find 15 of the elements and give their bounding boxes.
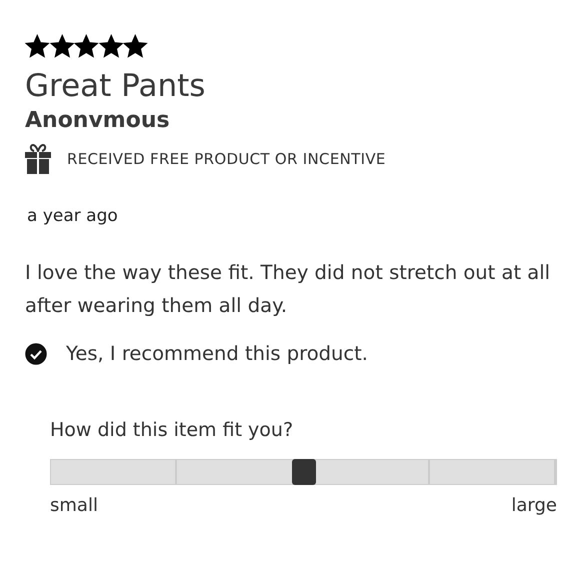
reviewer-name: Anonvmous [25, 107, 171, 135]
gift-icon [25, 144, 51, 174]
star-icon [123, 34, 148, 58]
star-icon [25, 34, 50, 58]
max-label: large [511, 495, 557, 516]
min-label: small [50, 495, 98, 516]
recommend-label: Yes, I recommend this product. [66, 342, 368, 365]
incentive-label: RECEIVED FREE PRODUCT OR INCENTIVE [67, 150, 386, 168]
review-date: a year ago [27, 206, 119, 226]
review-text: I love the way these fit. They did not stretch out at all after wearing them all day. [25, 260, 552, 319]
star-icon [50, 34, 74, 58]
star-icon [74, 34, 98, 58]
review-title: Great Pants [25, 67, 206, 106]
star-icon [98, 34, 123, 58]
fit-question: How did this item fit you? [50, 419, 294, 441]
